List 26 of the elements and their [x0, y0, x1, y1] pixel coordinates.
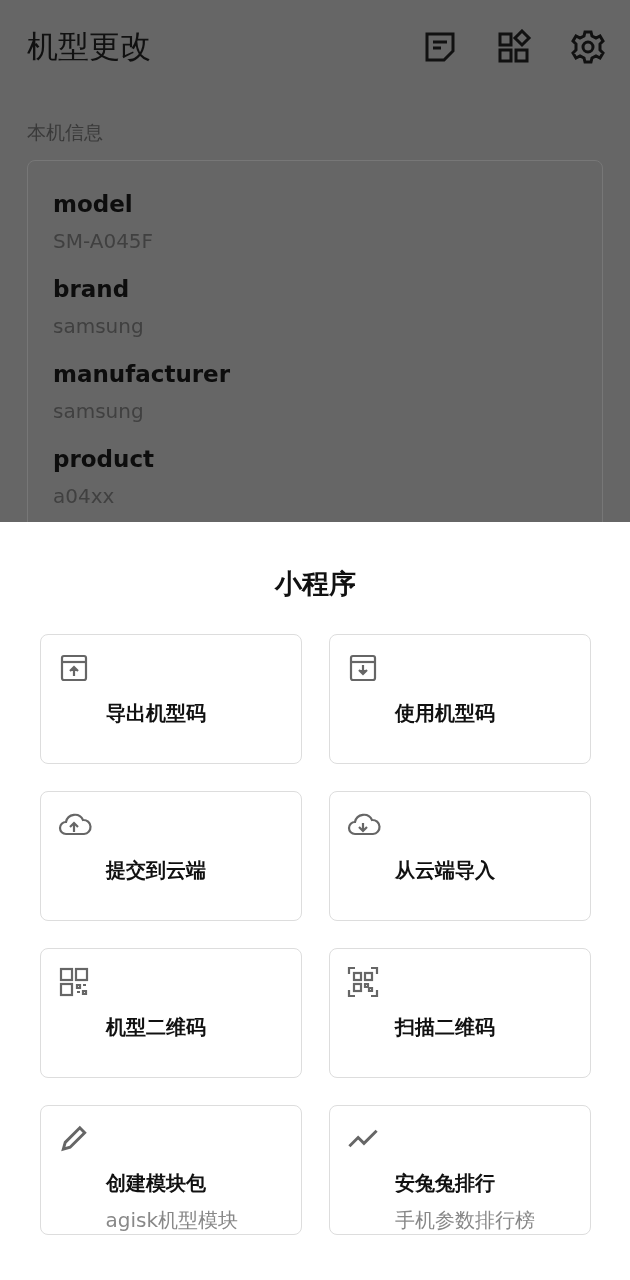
tile-title: 导出机型码 [105, 700, 206, 727]
info-key: model [53, 187, 577, 221]
info-key: manufacturer [53, 357, 577, 391]
tile-title: 使用机型码 [394, 700, 495, 727]
tile-title: 安兔兔排行 [394, 1170, 495, 1197]
action-tile[interactable]: 从云端导入 [328, 791, 591, 921]
tile-title: 扫描二维码 [394, 1014, 495, 1041]
action-tile[interactable]: 机型二维码 [39, 948, 302, 1078]
info-key: product [53, 442, 577, 476]
action-tile[interactable]: 提交到云端 [39, 791, 302, 921]
tile-title: 创建模块包 [105, 1170, 206, 1197]
action-tile[interactable]: 创建模块包 agisk机型模块 [39, 1105, 302, 1235]
tile-title: 机型二维码 [105, 1014, 206, 1041]
tile-subtitle: 手机参数排行榜 [394, 1207, 535, 1234]
apps-icon[interactable] [496, 29, 532, 65]
action-tile[interactable]: 使用机型码 [328, 634, 591, 764]
tile-title: 从云端导入 [394, 857, 495, 884]
settings-icon[interactable] [570, 29, 606, 65]
tile-subtitle: agisk机型模块 [105, 1207, 238, 1234]
info-key: brand [53, 272, 577, 306]
action-tile[interactable]: 扫描二维码 [328, 948, 591, 1078]
tile-title: 提交到云端 [105, 857, 206, 884]
sheet-title: 小程序 [274, 567, 356, 601]
app-title: 机型更改 [27, 27, 152, 66]
action-tile[interactable]: 安兔兔排行 手机参数排行榜 [328, 1105, 591, 1235]
action-tile[interactable]: 导出机型码 [39, 634, 302, 764]
